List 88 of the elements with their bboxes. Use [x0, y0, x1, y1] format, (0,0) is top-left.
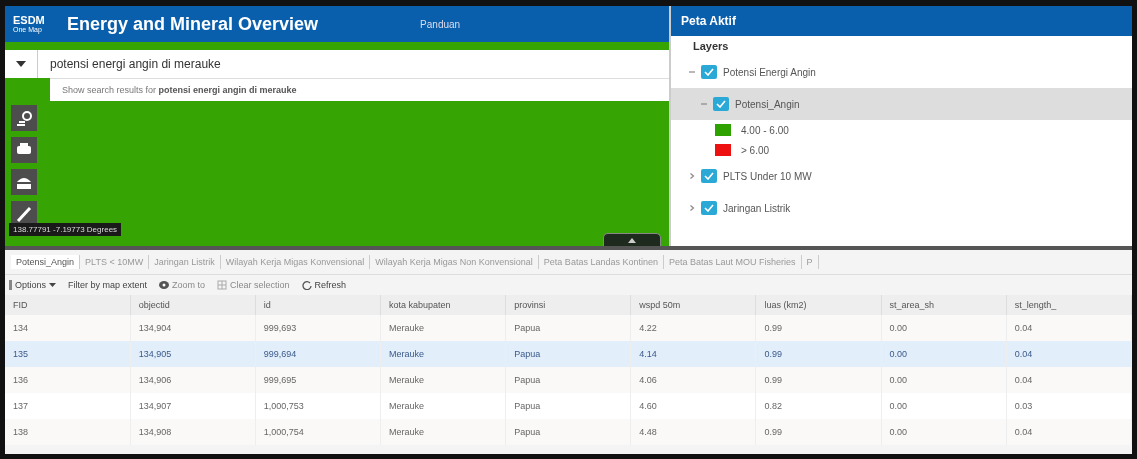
refresh-icon: [301, 280, 312, 290]
layer-item[interactable]: Potensi_Angin: [671, 88, 1132, 120]
column-header[interactable]: luas (km2): [755, 295, 882, 315]
caret-icon: [16, 61, 26, 67]
search-field[interactable]: potensi energi angin di merauke: [37, 50, 669, 78]
collapse-handle[interactable]: [603, 233, 661, 246]
table-cell: 0.04: [1006, 315, 1132, 341]
column-header[interactable]: st_length_: [1006, 295, 1132, 315]
layer-label: PLTS Under 10 MW: [723, 170, 812, 182]
table-cell: 999,695: [255, 367, 381, 393]
section-heading: Layers: [692, 39, 730, 54]
table-row[interactable]: 134 134,904 999,693 Merauke Papua 4.22 0.99 0.00 0.04: [5, 315, 1132, 341]
grid-icon: [217, 280, 228, 290]
table-cell: Papua: [505, 419, 631, 445]
table-cell: 134,906: [130, 367, 256, 393]
column-header[interactable]: id: [255, 295, 381, 315]
table-cell: 0.04: [1006, 419, 1132, 445]
layer-label: Potensi Energi Angin: [723, 66, 816, 78]
table-cell: 136: [5, 367, 131, 393]
layer-label: Potensi_Angin: [735, 98, 800, 110]
toolbar-button[interactable]: Refresh: [314, 280, 347, 290]
table-cell: Merauke: [380, 315, 506, 341]
toolbar-button[interactable]: Filter by map extent: [68, 280, 148, 290]
table-cell: 4.14: [630, 341, 756, 367]
grip-icon: [9, 280, 12, 290]
app-title: Energy and Mineral Overview: [67, 13, 319, 35]
table-cell: 0.00: [881, 315, 1007, 341]
table-cell: 134,904: [130, 315, 256, 341]
table-cell: 999,693: [255, 315, 381, 341]
table-cell: 138: [5, 419, 131, 445]
layer-checkbox[interactable]: [701, 65, 717, 79]
legend-label: > 6.00: [741, 144, 770, 156]
panel-title: Peta Aktif: [671, 6, 1132, 36]
guide-link[interactable]: Panduan: [420, 18, 461, 30]
chevron-right-icon[interactable]: [689, 205, 695, 211]
column-header[interactable]: objectid: [130, 295, 256, 315]
minus-icon[interactable]: [701, 101, 707, 107]
layer-item[interactable]: Potensi Energi Angin: [671, 56, 1132, 88]
column-header[interactable]: kota kabupaten: [380, 295, 506, 315]
legend-label: 4.00 - 6.00: [741, 124, 789, 136]
layer-item[interactable]: PLTS Under 10 MW: [671, 160, 1132, 192]
table-cell: Merauke: [380, 341, 506, 367]
eye-icon: [159, 281, 170, 289]
table-cell: Papua: [505, 315, 631, 341]
column-header[interactable]: FID: [5, 295, 131, 315]
table-cell: 134,908: [130, 419, 256, 445]
table-cell: 0.99: [755, 367, 882, 393]
table-cell: 0.99: [755, 341, 882, 367]
table-cell: 0.99: [755, 419, 882, 445]
table-row[interactable]: 138 134,908 1,000,754 Merauke Papua 4.48 0.99 0.00 0.04: [5, 419, 1132, 445]
table-cell: 0.00: [881, 419, 1007, 445]
table-cell: 0.04: [1006, 367, 1132, 393]
table-cell: Merauke: [380, 367, 506, 393]
caret-icon: [49, 283, 57, 287]
table-cell: 4.06: [630, 367, 756, 393]
table-tab[interactable]: Potensi_Angin: [11, 255, 81, 269]
table-cell: 0.99: [755, 315, 882, 341]
table-cell: 0.04: [1006, 341, 1132, 367]
printer-icon[interactable]: [11, 137, 37, 163]
table-cell: 999,694: [255, 341, 381, 367]
coordinates-label: 138.77791 -7.19773 Degrees: [9, 223, 122, 236]
table-cell: 1,000,754: [255, 419, 381, 445]
layer-checkbox[interactable]: [701, 169, 717, 183]
layer-checkbox[interactable]: [701, 201, 717, 215]
table-cell: Papua: [505, 341, 631, 367]
layer-item[interactable]: Jaringan Listrik: [671, 192, 1132, 224]
chevron-right-icon[interactable]: [689, 173, 695, 179]
minus-icon[interactable]: [689, 69, 695, 75]
layer-label: Jaringan Listrik: [723, 202, 791, 214]
table-cell: Merauke: [380, 419, 506, 445]
dropdown-button[interactable]: [5, 50, 37, 78]
table-cell: 4.22: [630, 315, 756, 341]
column-header[interactable]: st_area_sh: [881, 295, 1007, 315]
table-cell: 0.00: [881, 341, 1007, 367]
column-header[interactable]: wspd 50m: [630, 295, 756, 315]
table-cell: Papua: [505, 367, 631, 393]
table-cell: 4.48: [630, 419, 756, 445]
layer-checkbox[interactable]: [713, 97, 729, 111]
table-cell: 135: [5, 341, 131, 367]
search-person-icon[interactable]: [11, 105, 37, 131]
table-row[interactable]: 136 134,906 999,695 Merauke Papua 4.06 0.99 0.00 0.04: [5, 367, 1132, 393]
table-cell: 0.00: [881, 367, 1007, 393]
table-cell: 134: [5, 315, 131, 341]
table-row[interactable]: 135 134,905 999,694 Merauke Papua 4.14 0.99 0.00 0.04: [5, 341, 1132, 367]
table-cell: 134,905: [130, 341, 256, 367]
search-suggestion[interactable]: Show search results for potensi energi angin di merauke: [62, 85, 297, 95]
toolbar-button[interactable]: Options: [15, 280, 47, 290]
column-header[interactable]: provinsi: [505, 295, 631, 315]
